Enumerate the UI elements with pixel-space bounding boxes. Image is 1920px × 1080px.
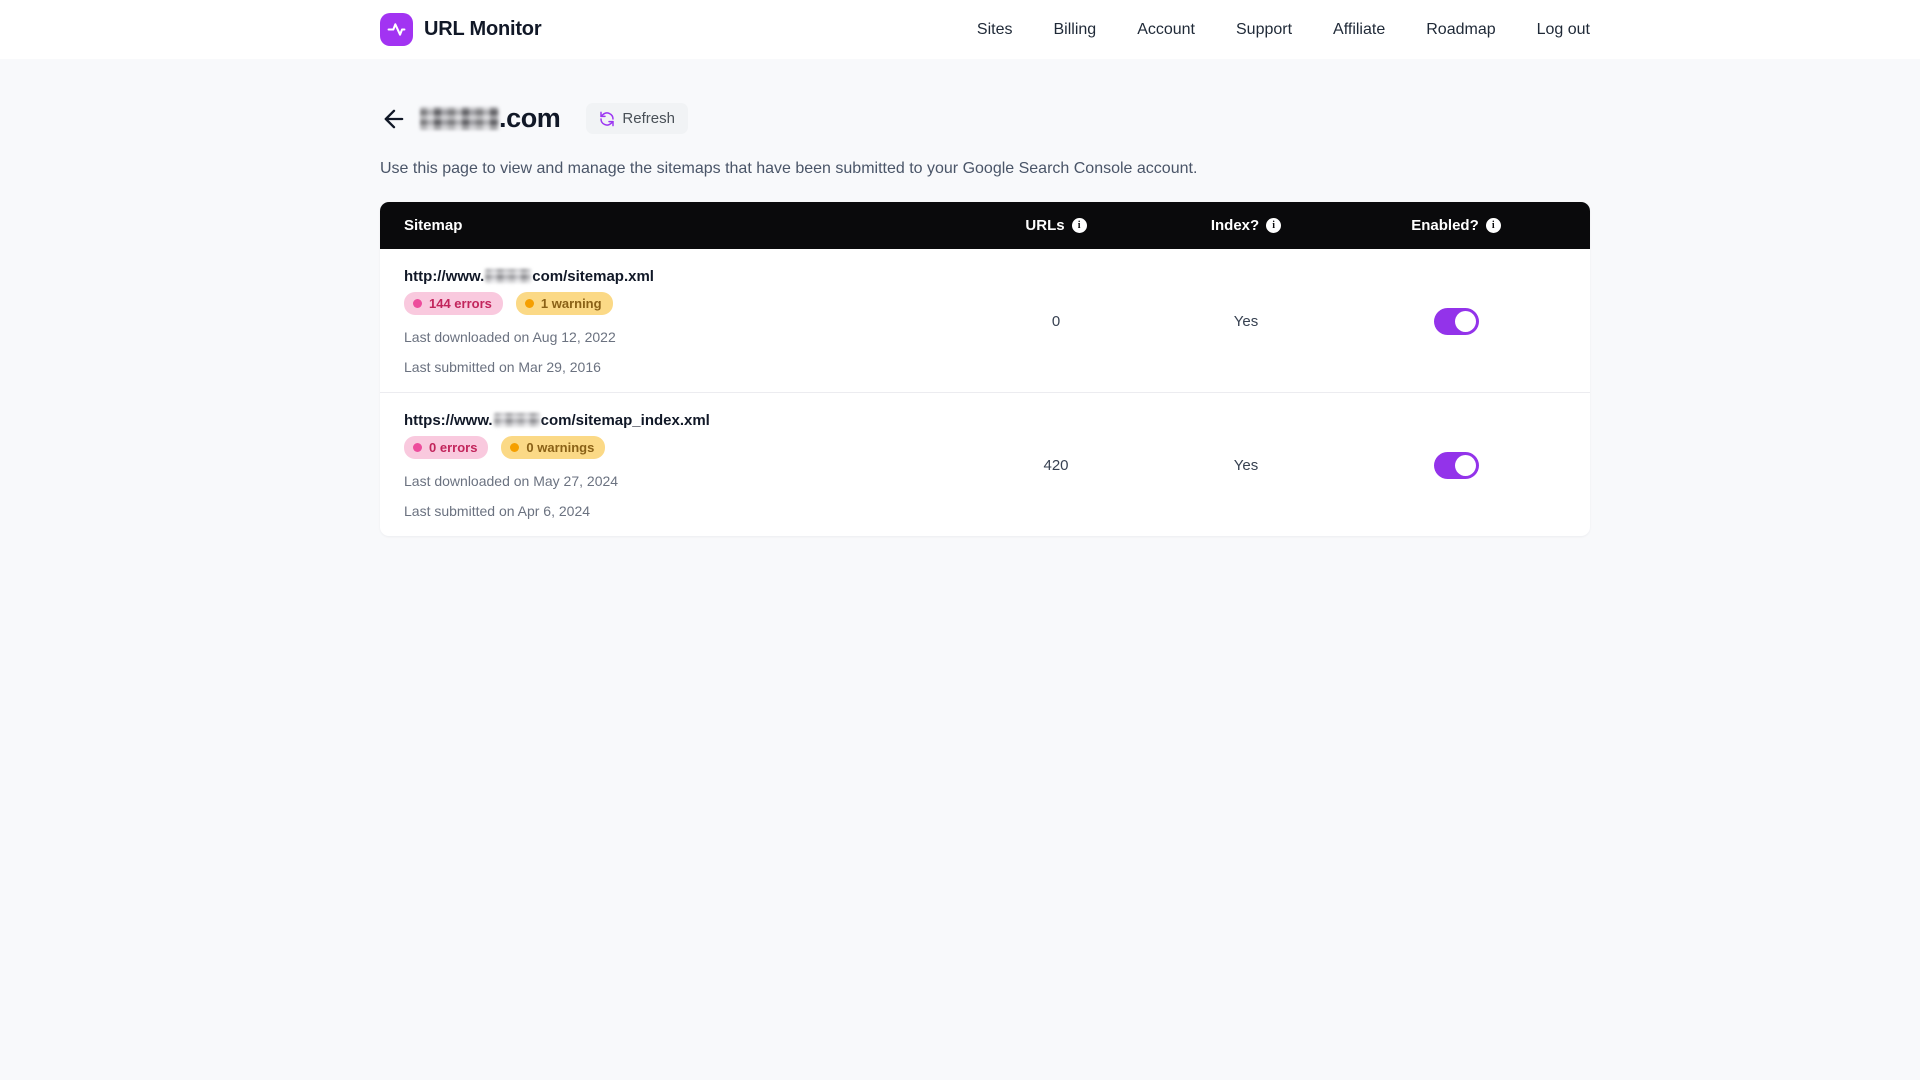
errors-badge-label: 144 errors: [429, 296, 492, 311]
col-header-enabled: Enabled? i: [1346, 217, 1566, 234]
nav-item-billing[interactable]: Billing: [1054, 21, 1097, 39]
col-header-index-label: Index?: [1211, 217, 1259, 234]
page-description: Use this page to view and manage the sit…: [380, 160, 1590, 178]
warnings-badge: 0 warnings: [501, 436, 605, 459]
last-submitted: Last submitted on Mar 29, 2016: [404, 359, 966, 375]
main-content: .com Refresh Use this page to view and m…: [380, 103, 1590, 536]
errors-badge: 0 errors: [404, 436, 488, 459]
url-prefix: http://www.: [404, 268, 484, 285]
redacted-domain: [420, 107, 499, 130]
nav-item-support[interactable]: Support: [1236, 21, 1292, 39]
info-icon[interactable]: i: [1486, 218, 1501, 233]
refresh-label: Refresh: [622, 110, 675, 127]
warnings-badge-label: 1 warning: [541, 296, 602, 311]
col-header-index: Index? i: [1146, 217, 1346, 234]
url-prefix: https://www.: [404, 412, 493, 429]
nav-inner: URL Monitor Sites Billing Account Suppor…: [380, 13, 1590, 46]
toggle-knob: [1455, 311, 1476, 332]
col-header-sitemap: Sitemap: [404, 217, 966, 234]
col-header-urls: URLs i: [966, 217, 1146, 234]
redacted-domain: [485, 269, 531, 283]
nav-links: Sites Billing Account Support Affiliate …: [977, 21, 1590, 39]
enabled-toggle[interactable]: [1434, 452, 1479, 479]
col-header-urls-label: URLs: [1025, 217, 1064, 234]
sitemap-cell: https://www. com/sitemap_index.xml 0 erro…: [404, 412, 966, 519]
badges: 0 errors 0 warnings: [404, 436, 966, 459]
errors-badge: 144 errors: [404, 292, 503, 315]
last-downloaded: Last downloaded on Aug 12, 2022: [404, 329, 966, 345]
warning-dot-icon: [525, 299, 534, 308]
index-value: Yes: [1146, 457, 1346, 474]
error-dot-icon: [413, 443, 422, 452]
info-icon[interactable]: i: [1072, 218, 1087, 233]
title-row: .com Refresh: [380, 103, 1590, 134]
app-logo-icon: [380, 13, 413, 46]
warning-dot-icon: [510, 443, 519, 452]
top-nav: URL Monitor Sites Billing Account Suppor…: [0, 0, 1920, 59]
index-value: Yes: [1146, 313, 1346, 330]
sitemap-cell: http://www. com/sitemap.xml 144 errors 1 …: [404, 268, 966, 375]
page-title-suffix: .com: [499, 103, 560, 134]
last-downloaded: Last downloaded on May 27, 2024: [404, 473, 966, 489]
enabled-cell: [1346, 308, 1566, 335]
nav-item-affiliate[interactable]: Affiliate: [1333, 21, 1385, 39]
col-header-enabled-label: Enabled?: [1411, 217, 1479, 234]
badges: 144 errors 1 warning: [404, 292, 966, 315]
enabled-cell: [1346, 452, 1566, 479]
sitemap-row: http://www. com/sitemap.xml 144 errors 1 …: [380, 249, 1590, 392]
table-header: Sitemap URLs i Index? i Enabled? i: [380, 202, 1590, 249]
refresh-button[interactable]: Refresh: [586, 103, 688, 134]
sitemap-url: https://www. com/sitemap_index.xml: [404, 412, 966, 429]
nav-item-roadmap[interactable]: Roadmap: [1426, 21, 1495, 39]
errors-badge-label: 0 errors: [429, 440, 477, 455]
refresh-icon: [599, 111, 615, 127]
warnings-badge-label: 0 warnings: [526, 440, 594, 455]
last-submitted: Last submitted on Apr 6, 2024: [404, 503, 966, 519]
page-title: .com: [420, 103, 560, 134]
nav-item-account[interactable]: Account: [1137, 21, 1195, 39]
warnings-badge: 1 warning: [516, 292, 613, 315]
sitemap-row: https://www. com/sitemap_index.xml 0 erro…: [380, 392, 1590, 536]
error-dot-icon: [413, 299, 422, 308]
redacted-domain: [494, 413, 540, 427]
nav-item-sites[interactable]: Sites: [977, 21, 1013, 39]
back-button[interactable]: [380, 105, 408, 133]
url-suffix: com/sitemap_index.xml: [541, 412, 710, 429]
brand[interactable]: URL Monitor: [380, 13, 541, 46]
url-suffix: com/sitemap.xml: [532, 268, 654, 285]
nav-item-logout[interactable]: Log out: [1537, 21, 1590, 39]
sitemap-url: http://www. com/sitemap.xml: [404, 268, 966, 285]
enabled-toggle[interactable]: [1434, 308, 1479, 335]
toggle-knob: [1455, 455, 1476, 476]
urls-count: 0: [966, 313, 1146, 330]
info-icon[interactable]: i: [1266, 218, 1281, 233]
sitemaps-table: Sitemap URLs i Index? i Enabled? i http:…: [380, 202, 1590, 536]
urls-count: 420: [966, 457, 1146, 474]
brand-name: URL Monitor: [424, 18, 541, 41]
